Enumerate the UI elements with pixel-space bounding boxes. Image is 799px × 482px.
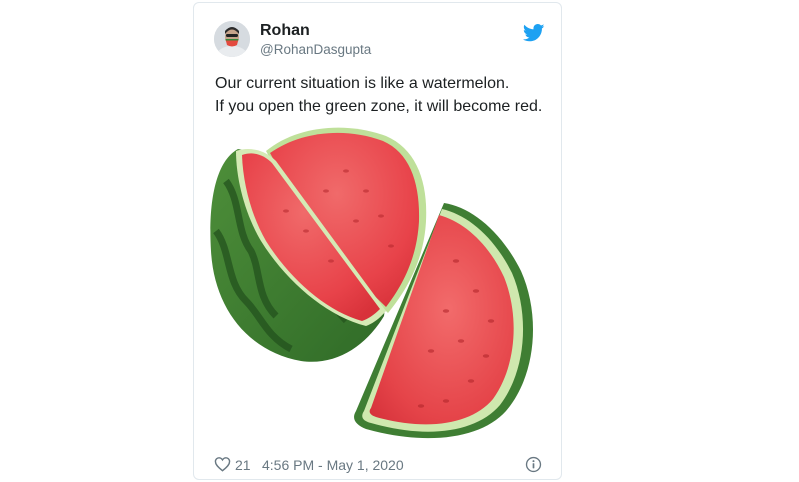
tweet-text-line: Our current situation is like a watermel… (215, 75, 510, 92)
tweet-timestamp[interactable]: 4:56 PM - May 1, 2020 (262, 457, 404, 473)
info-icon[interactable] (525, 456, 542, 473)
author-name[interactable]: Rohan (260, 22, 310, 40)
tweet-text-line: If you open the green zone, it will beco… (215, 98, 543, 115)
avatar[interactable] (214, 21, 250, 57)
twitter-bird-icon[interactable] (523, 24, 545, 42)
avatar-image (214, 21, 250, 57)
heart-icon[interactable] (214, 456, 231, 472)
author-handle[interactable]: @RohanDasgupta (260, 42, 371, 57)
tweet-media-image[interactable] (206, 121, 546, 446)
tweet-card[interactable]: Rohan @RohanDasgupta Our current situati… (193, 2, 562, 480)
like-count[interactable]: 21 (235, 457, 251, 473)
tweet-footer: 21 4:56 PM - May 1, 2020 (214, 455, 544, 475)
tweet-text: Our current situation is like a watermel… (215, 72, 555, 118)
